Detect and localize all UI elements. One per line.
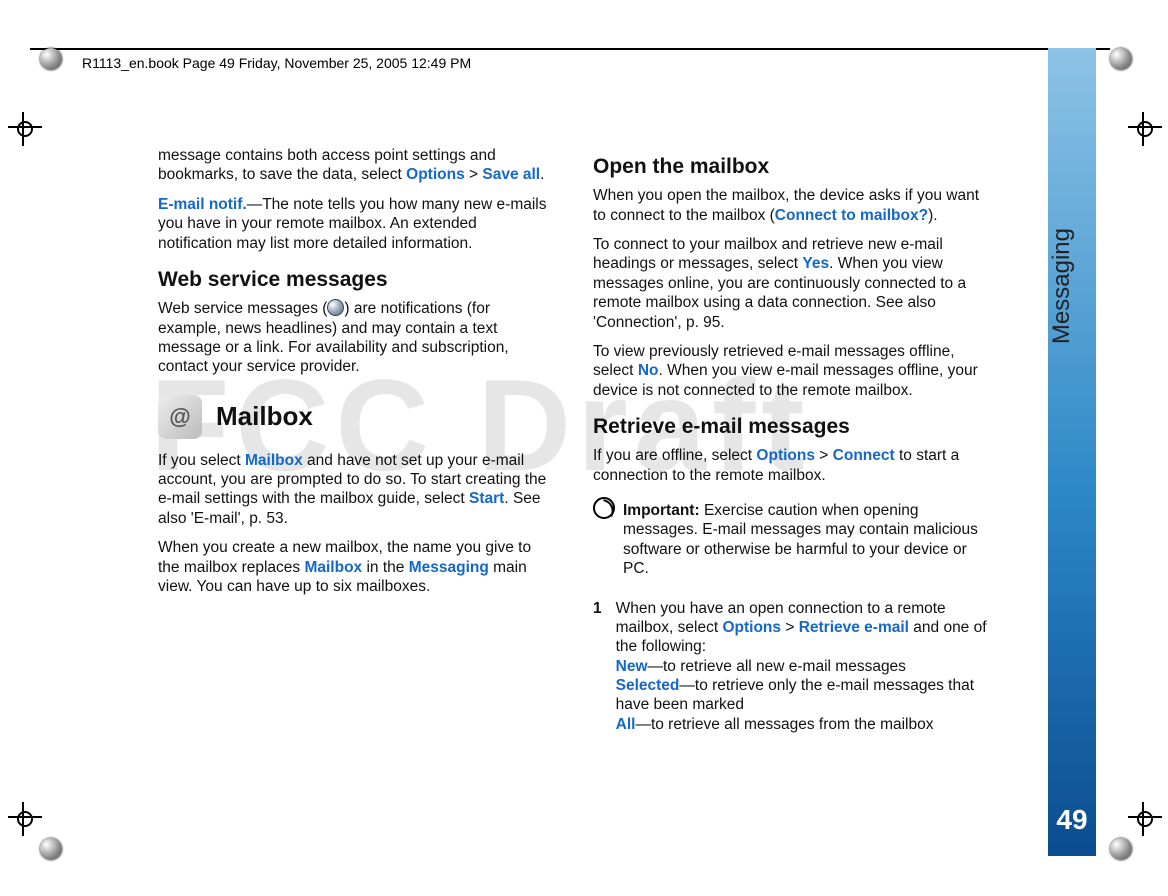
- mailbox-heading-row: @ Mailbox: [158, 395, 553, 439]
- keyword-connect: Connect: [833, 447, 895, 464]
- text: If you are offline, select: [593, 447, 756, 464]
- step-list: 1 When you have an open connection to a …: [593, 599, 988, 735]
- registration-mark-bl: [8, 802, 42, 836]
- keyword-selected: Selected: [616, 677, 680, 694]
- keyword-all: All: [616, 716, 636, 733]
- text: ).: [928, 207, 937, 224]
- paragraph: E-mail notif.—The note tells you how man…: [158, 195, 553, 253]
- keyword-connect-q: Connect to mailbox?: [775, 207, 928, 224]
- text: If you select: [158, 452, 245, 469]
- keyword-save-all: Save all: [482, 166, 540, 183]
- keyword-new: New: [616, 658, 648, 675]
- left-column: message contains both access point setti…: [158, 140, 553, 742]
- text: —to retrieve all messages from the mailb…: [635, 716, 933, 733]
- paragraph: If you select Mailbox and have not set u…: [158, 451, 553, 529]
- text: >: [815, 447, 833, 464]
- keyword-options: Options: [722, 619, 781, 636]
- registration-mark-br: [1128, 802, 1162, 836]
- right-column: Open the mailbox When you open the mailb…: [593, 140, 988, 742]
- text: in the: [362, 559, 409, 576]
- keyword-options: Options: [406, 166, 465, 183]
- globe-icon: [327, 299, 344, 316]
- step-body: When you have an open connection to a re…: [616, 599, 988, 735]
- paragraph: To connect to your mailbox and retrieve …: [593, 235, 988, 332]
- keyword-start: Start: [469, 490, 504, 507]
- keyword-messaging: Messaging: [409, 559, 489, 576]
- keyword-no: No: [638, 362, 659, 379]
- corner-sphere-tl: [40, 48, 62, 70]
- important-icon: [593, 497, 615, 519]
- sidebar-section-label: Messaging: [1048, 228, 1096, 344]
- mailbox-icon: @: [158, 395, 202, 439]
- header-rule: [30, 48, 1110, 50]
- keyword-options: Options: [756, 447, 815, 464]
- paragraph: If you are offline, select Options > Con…: [593, 446, 988, 485]
- text: —to retrieve all new e-mail messages: [648, 658, 906, 675]
- heading-open-mailbox: Open the mailbox: [593, 154, 988, 180]
- text: >: [465, 166, 483, 183]
- heading-mailbox: Mailbox: [216, 400, 313, 433]
- paragraph: When you create a new mailbox, the name …: [158, 538, 553, 596]
- sidebar: Messaging 49: [1048, 48, 1096, 856]
- page-number: 49: [1048, 804, 1096, 836]
- paragraph: Web service messages () are notification…: [158, 299, 553, 377]
- content-columns: message contains both access point setti…: [158, 140, 988, 742]
- text: >: [781, 619, 799, 636]
- important-note: Important: Exercise caution when opening…: [593, 495, 988, 589]
- paragraph: To view previously retrieved e-mail mess…: [593, 342, 988, 400]
- corner-sphere-tr: [1110, 48, 1132, 70]
- heading-web-service-messages: Web service messages: [158, 267, 553, 293]
- keyword-mailbox: Mailbox: [304, 559, 362, 576]
- keyword-mailbox: Mailbox: [245, 452, 303, 469]
- step-1: 1 When you have an open connection to a …: [593, 599, 988, 735]
- corner-sphere-br: [1110, 838, 1132, 860]
- important-label: Important:: [623, 502, 700, 519]
- text: .: [540, 166, 544, 183]
- registration-mark-tr: [1128, 112, 1162, 146]
- registration-mark-tl: [8, 112, 42, 146]
- paragraph: When you open the mailbox, the device as…: [593, 186, 988, 225]
- heading-retrieve-email: Retrieve e-mail messages: [593, 414, 988, 440]
- important-text: Important: Exercise caution when opening…: [623, 501, 988, 579]
- keyword-email-notif: E-mail notif.: [158, 196, 247, 213]
- header-text: R1113_en.book Page 49 Friday, November 2…: [78, 55, 475, 71]
- corner-sphere-bl: [40, 838, 62, 860]
- keyword-retrieve-email: Retrieve e-mail: [799, 619, 909, 636]
- paragraph: message contains both access point setti…: [158, 146, 553, 185]
- step-number: 1: [593, 599, 602, 735]
- keyword-yes: Yes: [802, 255, 829, 272]
- text: Web service messages (: [158, 300, 327, 317]
